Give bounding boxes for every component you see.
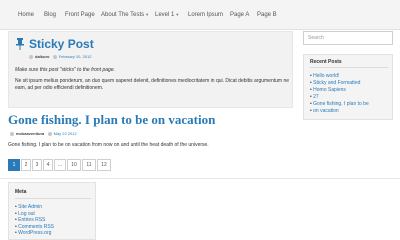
post-date[interactable]: May 22 2012 [54, 131, 77, 136]
recent-post-link[interactable]: Sticky and Formatted [310, 80, 369, 87]
page-10[interactable]: 10 [67, 159, 81, 171]
nav-lorem-ipsum[interactable]: Lorem Ipsum [188, 12, 223, 18]
page-4[interactable]: 4 [43, 159, 53, 171]
recent-post-link[interactable]: Homo Sapiens [310, 87, 369, 94]
nav-home[interactable]: Home [18, 12, 34, 18]
post-author[interactable]: mokaavenitura [16, 131, 44, 136]
meta-widget: Meta Site Admin Log out Entries RSS Comm… [8, 182, 96, 240]
nav-level-1[interactable]: Level 1▼ [155, 12, 179, 18]
nav-blog[interactable]: Blog [44, 12, 56, 18]
divider [15, 198, 91, 199]
author-avatar [10, 132, 14, 136]
page-2[interactable]: 2 [21, 159, 31, 171]
page-1[interactable]: 1 [8, 159, 20, 171]
calendar-icon [52, 55, 57, 59]
recent-post-link[interactable]: Gone fishing. I plan to be [310, 101, 369, 108]
meta-list: Site Admin Log out Entries RSS Comments … [15, 204, 54, 237]
page-3[interactable]: 3 [32, 159, 42, 171]
search-box [303, 31, 393, 45]
post-title[interactable]: Sticky Post [29, 37, 94, 51]
search-input[interactable] [304, 32, 392, 44]
nav-page-a[interactable]: Page A [230, 12, 249, 18]
recent-post-link[interactable]: 27 [310, 94, 369, 101]
post-meta: mokaavenitura May 22 2012 [10, 131, 77, 136]
meta-link-wordpress[interactable]: WordPress.org [15, 230, 54, 237]
page-12[interactable]: 12 [97, 159, 111, 171]
divider [310, 67, 388, 68]
recent-posts-widget: Recent Posts Hello world! Sticky and For… [303, 54, 393, 120]
nav-front-page[interactable]: Front Page [65, 12, 95, 18]
recent-post-link-continued[interactable]: on vacation [310, 108, 369, 115]
post-body: Ne sit ipsum melius ponderum, an duo que… [15, 78, 290, 91]
chevron-down-icon: ▼ [145, 12, 150, 17]
nav-about-label: About The Tests [101, 12, 145, 18]
author-avatar [29, 55, 33, 59]
post-date[interactable]: February 10, 2012 [59, 54, 92, 59]
nav-level-label: Level 1 [155, 12, 175, 18]
chevron-down-icon: ▼ [175, 12, 180, 17]
page-ellipsis: ... [54, 159, 66, 171]
divider [0, 178, 400, 179]
nav-page-b[interactable]: Page B [257, 12, 277, 18]
top-navigation: Home Blog Front Page About The Tests▼ Le… [0, 0, 400, 30]
widget-title: Meta [15, 189, 27, 195]
page-11[interactable]: 11 [82, 159, 96, 171]
pin-icon [16, 38, 24, 50]
nav-about-the-tests[interactable]: About The Tests▼ [101, 12, 149, 18]
calendar-icon [47, 132, 52, 136]
recent-posts-list: Hello world! Sticky and Formatted Homo S… [310, 73, 369, 115]
post-body: Gone fishing. I plan to be on vacation f… [8, 142, 209, 148]
sticky-post: Sticky Post dalkuro February 10, 2012 Ma… [8, 31, 293, 108]
post-intro: Make sure this post "sticks" to the fron… [15, 67, 115, 73]
post-author[interactable]: dalkuro [35, 54, 49, 59]
post-meta: dalkuro February 10, 2012 [29, 54, 91, 59]
recent-post-link[interactable]: Hello world! [310, 73, 369, 80]
post-title[interactable]: Gone fishing. I plan to be on vacation [8, 112, 215, 128]
widget-title: Recent Posts [310, 59, 342, 65]
